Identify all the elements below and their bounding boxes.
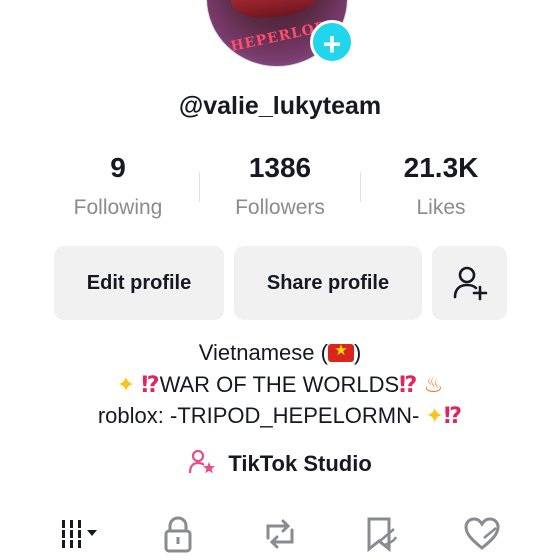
tiktok-studio-link[interactable]: TikTok Studio <box>0 449 560 477</box>
tab-videos[interactable] <box>52 508 112 560</box>
favorites-icon <box>367 517 398 553</box>
likes-count: 21.3K <box>403 152 479 183</box>
stat-followers[interactable]: 1386 Followers <box>200 152 360 220</box>
share-profile-button[interactable]: Share profile <box>234 246 422 320</box>
interrobang-icon: ⁉ <box>443 403 463 428</box>
vietnam-flag-icon <box>327 341 354 362</box>
tab-favorites[interactable] <box>350 508 410 560</box>
bio-language-text: Vietnamese ( <box>198 340 328 365</box>
profile-tabs <box>0 508 560 560</box>
following-label: Following <box>73 196 163 219</box>
interrobang-icon: ⁉ <box>141 372 160 397</box>
share-profile-label: Share profile <box>266 271 390 294</box>
add-friend-button[interactable] <box>432 246 507 320</box>
tab-private[interactable] <box>148 508 208 560</box>
bio-language-close: ) <box>353 340 362 365</box>
bio-line-1: Vietnamese () <box>0 340 560 366</box>
tab-liked[interactable] <box>452 508 512 560</box>
add-friend-icon <box>453 266 487 301</box>
tiktok-studio-label: TikTok Studio <box>228 451 372 476</box>
liked-icon <box>464 517 500 550</box>
interrobang-icon: ⁉ <box>399 372 418 397</box>
sparkles-icon: ✦ <box>425 403 444 428</box>
avatar-creature <box>228 0 324 24</box>
tab-reposts[interactable] <box>250 508 310 560</box>
bio-roblox-text: roblox: -TRIPOD_HEPELORMN- <box>97 403 420 428</box>
bio-war-text: WAR OF THE WORLDS <box>159 372 400 397</box>
stat-divider <box>199 172 200 202</box>
followers-count: 1386 <box>248 152 312 183</box>
edit-profile-label: Edit profile <box>86 271 192 294</box>
bio-line-2: ✦ ⁉WAR OF THE WORLDS⁉ ♨ <box>0 372 560 398</box>
fire-icon: ♨ <box>423 372 444 397</box>
creator-star-icon <box>188 449 222 476</box>
stat-divider <box>360 172 361 202</box>
stats-row: 9 Following 1386 Followers 21.3K Likes <box>0 152 560 232</box>
repost-icon <box>266 519 294 549</box>
stat-likes[interactable]: 21.3K Likes <box>361 152 521 220</box>
add-avatar-button[interactable]: + <box>310 20 354 64</box>
followers-label: Followers <box>235 196 325 219</box>
stat-following[interactable]: 9 Following <box>38 152 198 220</box>
following-count: 9 <box>110 152 126 183</box>
sparkles-icon: ✦ <box>116 372 136 397</box>
likes-label: Likes <box>416 196 466 219</box>
edit-profile-button[interactable]: Edit profile <box>54 246 224 320</box>
avatar[interactable]: HEPERLOR + <box>206 0 356 70</box>
lock-icon <box>164 516 192 553</box>
videos-grid-icon <box>62 520 97 548</box>
username: @valie_lukyteam <box>178 92 382 120</box>
bio-line-3: roblox: -TRIPOD_HEPELORMN- ✦⁉ <box>0 403 560 429</box>
